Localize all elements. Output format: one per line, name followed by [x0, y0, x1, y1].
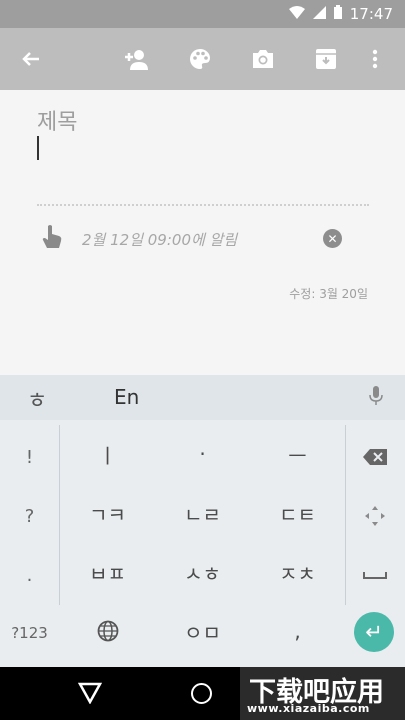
symbols-key[interactable]: ?123 [0, 607, 59, 659]
note-title-input[interactable]: 제목 [37, 104, 77, 136]
key-nieun[interactable]: ㄴㄹ [155, 487, 250, 539]
camera-icon[interactable] [246, 42, 280, 76]
watermark-url: www.xiazaiba.com [247, 702, 370, 715]
note-editor[interactable]: 제목 2월 12일 09:00에 알림 ✕ 수정: 3월 20일 [0, 90, 405, 375]
text-cursor [37, 136, 39, 160]
archive-icon[interactable] [309, 42, 343, 76]
wifi-icon [288, 5, 305, 23]
close-icon[interactable]: ✕ [323, 229, 342, 248]
exclaim-key[interactable]: ! [0, 431, 59, 483]
key-bieup[interactable]: ㅂㅍ [60, 546, 155, 598]
status-time: 17:47 [349, 5, 393, 23]
key-giyeok[interactable]: ㄱㅋ [60, 487, 155, 539]
more-vert-icon[interactable] [358, 42, 392, 76]
backspace-key[interactable] [345, 431, 404, 483]
globe-icon[interactable] [60, 605, 155, 657]
hangul-mode-key[interactable]: ㅎ [27, 383, 47, 415]
nav-home-icon[interactable] [191, 683, 212, 704]
space-key[interactable] [345, 549, 404, 601]
reminder-chip[interactable]: 2월 12일 09:00에 알림 [82, 229, 237, 250]
key-digeut[interactable]: ㄷㅌ [250, 487, 345, 539]
mic-icon[interactable] [369, 386, 383, 411]
palette-icon[interactable] [183, 42, 217, 76]
question-key[interactable]: ? [0, 490, 59, 542]
toolbar [0, 28, 405, 90]
enter-button[interactable]: ↵ [354, 612, 394, 652]
keyboard: ㅎ En ! ? . ㅣ · ㅡ ㄱㅋ ㄴㄹ ㄷㅌ ㅂㅍ ㅅㅎ ㅈㅊ ?123 … [0, 375, 405, 667]
period-key[interactable]: . [0, 549, 59, 601]
back-arrow-icon[interactable] [14, 42, 48, 76]
signal-icon [312, 5, 326, 23]
watermark-logo: 下载吧应用 www.xiazaiba.com [240, 667, 405, 720]
key-jieut[interactable]: ㅈㅊ [250, 546, 345, 598]
key-ieung[interactable]: ㅇㅁ [155, 605, 250, 657]
key-vowel-dot[interactable]: · [155, 428, 250, 480]
key-vowel-eu[interactable]: ㅡ [250, 428, 345, 480]
keyboard-top-row: ㅎ En [0, 375, 405, 420]
status-bar: 17:47 [0, 0, 405, 28]
english-mode-key[interactable]: En [114, 385, 139, 409]
edited-timestamp: 수정: 3월 20일 [289, 287, 368, 301]
note-divider [37, 204, 369, 206]
key-vowel-i[interactable]: ㅣ [60, 428, 155, 480]
comma-key[interactable]: , [250, 605, 345, 657]
nav-back-icon[interactable] [77, 682, 103, 705]
key-siot[interactable]: ㅅㅎ [155, 546, 250, 598]
reminder-hand-icon [40, 224, 66, 250]
battery-icon [333, 5, 342, 23]
cursor-move-icon[interactable] [345, 490, 404, 542]
add-person-icon[interactable] [120, 42, 154, 76]
